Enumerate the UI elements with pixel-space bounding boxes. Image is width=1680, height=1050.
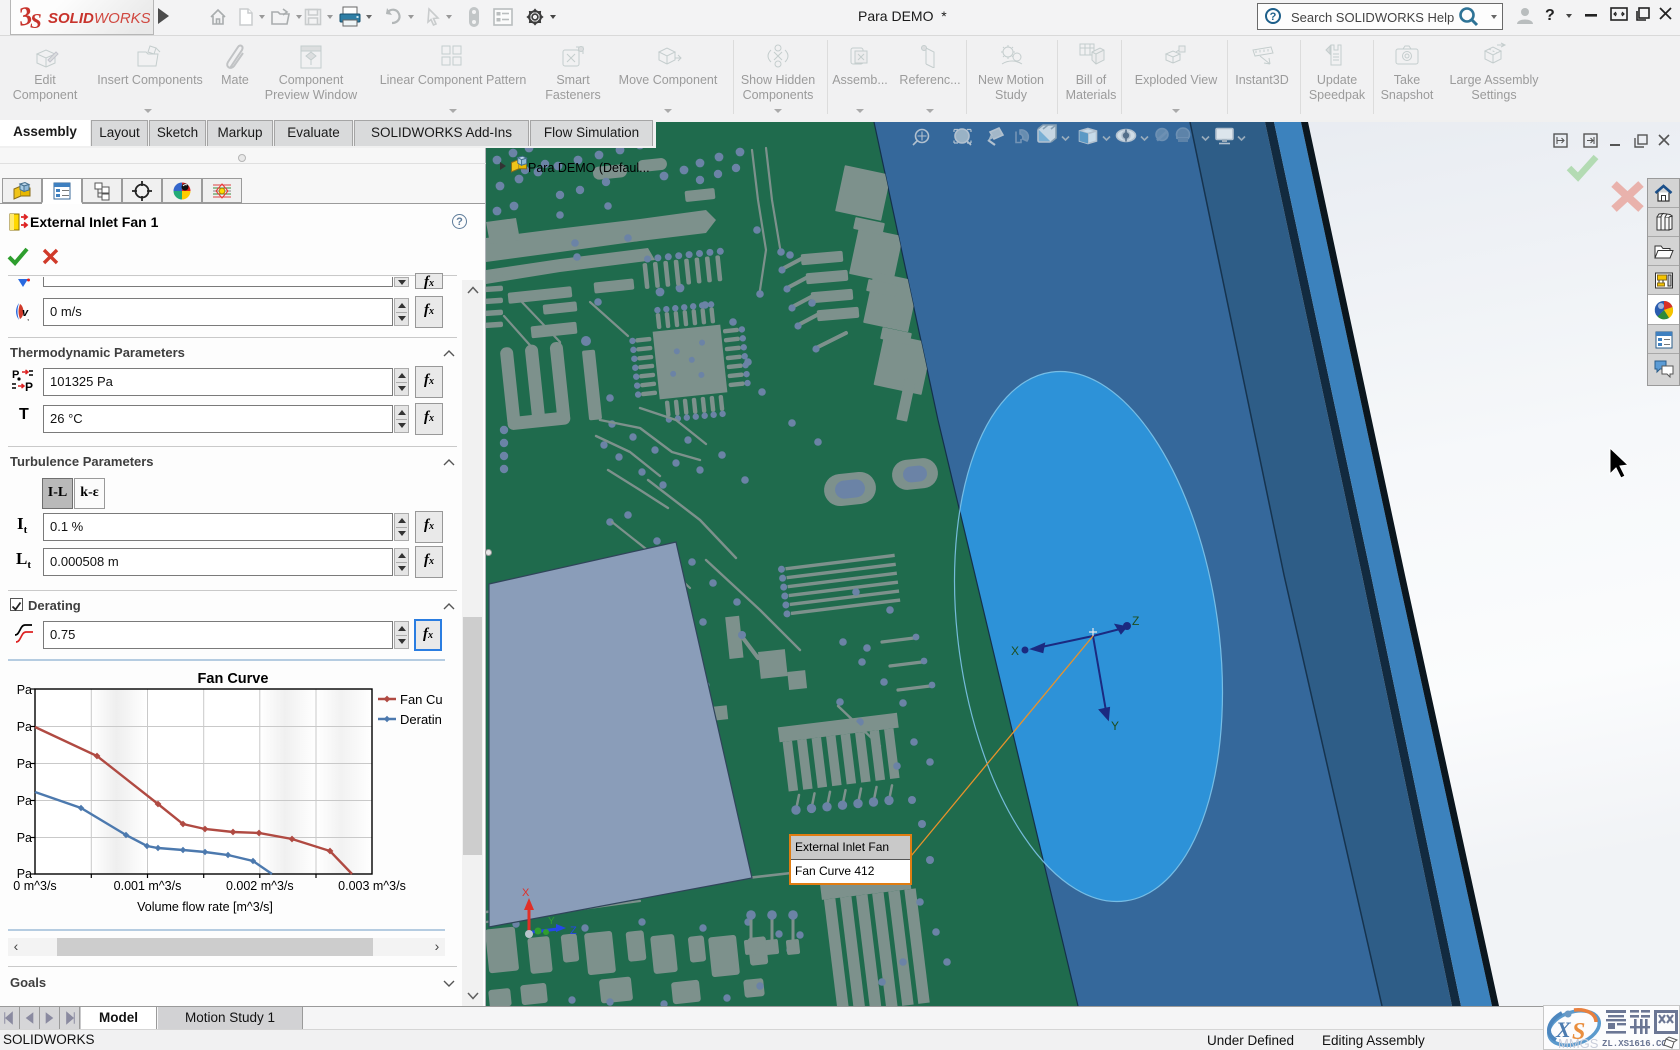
svg-text:P: P: [25, 380, 33, 394]
svg-text:X: X: [1011, 644, 1019, 658]
svg-text:S: S: [30, 9, 42, 30]
svg-text:Fan Cu: Fan Cu: [400, 692, 443, 707]
svg-text:SOLID: SOLID: [48, 10, 94, 27]
svg-text:0.001 m^3/s: 0.001 m^3/s: [114, 879, 182, 893]
svg-text:MMGS: MMGS: [1558, 1036, 1599, 1049]
svg-text:Pa: Pa: [17, 720, 32, 734]
svg-text:Volume flow rate [m^3/s]: Volume flow rate [m^3/s]: [137, 900, 273, 914]
svg-text:X: X: [522, 887, 530, 899]
svg-text:Fan Curve: Fan Curve: [198, 671, 269, 687]
svg-text:Pa: Pa: [17, 831, 32, 845]
svg-text:Pa: Pa: [17, 683, 32, 697]
svg-text:Z: Z: [570, 925, 577, 937]
svg-text:Pa: Pa: [17, 794, 32, 808]
svg-text:Z: Z: [1132, 614, 1139, 628]
svg-text:WORKS: WORKS: [94, 10, 150, 27]
svg-text:ZL.XS1616.COM: ZL.XS1616.COM: [1602, 1039, 1672, 1049]
svg-text:Pa: Pa: [17, 757, 32, 771]
svg-text:0.003 m^3/s: 0.003 m^3/s: [338, 879, 406, 893]
svg-text:Y: Y: [548, 916, 555, 927]
svg-text:,: ,: [27, 313, 29, 322]
svg-text:0 m^3/s: 0 m^3/s: [13, 879, 56, 893]
svg-text:0.002 m^3/s: 0.002 m^3/s: [226, 879, 294, 893]
svg-text:Deratin: Deratin: [400, 712, 442, 727]
svg-text:Y: Y: [1111, 719, 1119, 733]
svg-text:Para DEMO (Defaul...: Para DEMO (Defaul...: [528, 161, 650, 175]
